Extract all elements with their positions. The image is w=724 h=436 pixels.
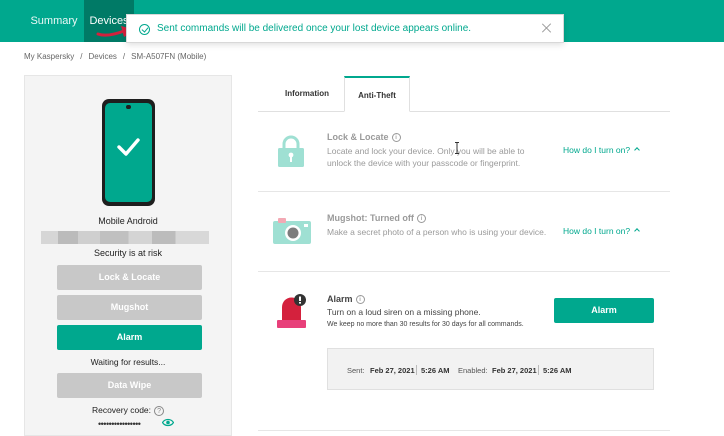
tab-anti-theft[interactable]: Anti-Theft xyxy=(344,76,410,112)
info-icon[interactable]: i xyxy=(391,133,401,143)
alarm-description: Turn on a loud siren on a missing phone. xyxy=(327,307,481,317)
mugshot-description: Make a secret photo of a person who is u… xyxy=(327,227,547,237)
row-divider xyxy=(258,430,670,431)
lock-locate-title: Lock & Locate i xyxy=(327,132,401,143)
redacted-device-id xyxy=(41,231,209,244)
chevron-up-icon xyxy=(634,147,640,153)
separator xyxy=(416,365,417,375)
enabled-date: Feb 27, 2021 xyxy=(492,366,537,375)
row-divider xyxy=(258,271,670,272)
breadcrumb: My Kaspersky / Devices / SM-A507FN (Mobile) xyxy=(24,52,206,61)
phone-illustration xyxy=(102,99,155,206)
mugshot-title: Mugshot: Turned off i xyxy=(327,213,426,224)
device-name: Mobile Android xyxy=(98,216,158,226)
enabled-time: 5:26 AM xyxy=(543,366,572,375)
check-circle-icon xyxy=(139,24,150,35)
toast-message: Sent commands will be delivered once you… xyxy=(157,23,472,34)
info-icon[interactable]: i xyxy=(355,295,365,305)
alarm-retention-note: We keep no more than 30 results for 30 d… xyxy=(327,321,524,328)
alarm-title: Alarm i xyxy=(327,294,365,305)
sent-time: 5:26 AM xyxy=(421,366,450,375)
alarm-button[interactable]: Alarm xyxy=(554,298,654,323)
separator xyxy=(538,365,539,375)
eye-icon[interactable] xyxy=(162,418,174,427)
info-icon[interactable]: i xyxy=(416,214,426,224)
siren-icon xyxy=(277,294,306,328)
breadcrumb-devices[interactable]: Devices xyxy=(88,52,116,61)
mugshot-button[interactable]: Mugshot xyxy=(57,295,202,320)
breadcrumb-current-device: SM-A507FN (Mobile) xyxy=(131,52,207,61)
security-status: Security is at risk xyxy=(93,248,162,258)
lock-locate-description: Locate and lock your device. Only you wi… xyxy=(327,146,525,168)
recovery-code-text: Recovery code: xyxy=(91,405,152,415)
sent-label: Sent: xyxy=(347,366,365,375)
camera-icon xyxy=(273,218,311,244)
breadcrumb-separator: / xyxy=(122,52,126,61)
waiting-status: Waiting for results... xyxy=(90,357,166,367)
breadcrumb-separator: / xyxy=(80,52,83,61)
device-panel: Mobile Android Security is at risk Lock … xyxy=(24,75,232,436)
data-wipe-button[interactable]: Data Wipe xyxy=(57,373,202,398)
sent-date: Feb 27, 2021 xyxy=(370,366,415,375)
recovery-code-label: Recovery code:? xyxy=(25,405,231,416)
nav-tab-summary[interactable]: Summary xyxy=(22,0,86,42)
alarm-status-box: Sent: Feb 27, 2021 5:26 AM Enabled: Feb … xyxy=(327,348,654,390)
notification-toast: Sent commands will be delivered once you… xyxy=(126,14,564,43)
recovery-code-masked: •••••••••••••••• xyxy=(98,419,141,429)
padlock-icon xyxy=(278,135,304,167)
lock-how-turn-on-link[interactable]: How do I turn on? xyxy=(563,145,640,155)
row-divider xyxy=(258,191,670,192)
text-cursor-icon xyxy=(455,142,459,154)
alarm-button-side[interactable]: Alarm xyxy=(57,325,202,350)
tab-information[interactable]: Information xyxy=(270,76,344,112)
checkmark-icon xyxy=(117,138,140,156)
mugshot-how-turn-on-link[interactable]: How do I turn on? xyxy=(563,226,640,236)
breadcrumb-my-kaspersky[interactable]: My Kaspersky xyxy=(24,52,74,61)
close-icon[interactable] xyxy=(539,20,555,36)
lock-locate-button[interactable]: Lock & Locate xyxy=(57,265,202,290)
chevron-up-icon xyxy=(634,228,640,234)
help-icon[interactable]: ? xyxy=(154,405,165,416)
enabled-label: Enabled: xyxy=(458,366,488,375)
